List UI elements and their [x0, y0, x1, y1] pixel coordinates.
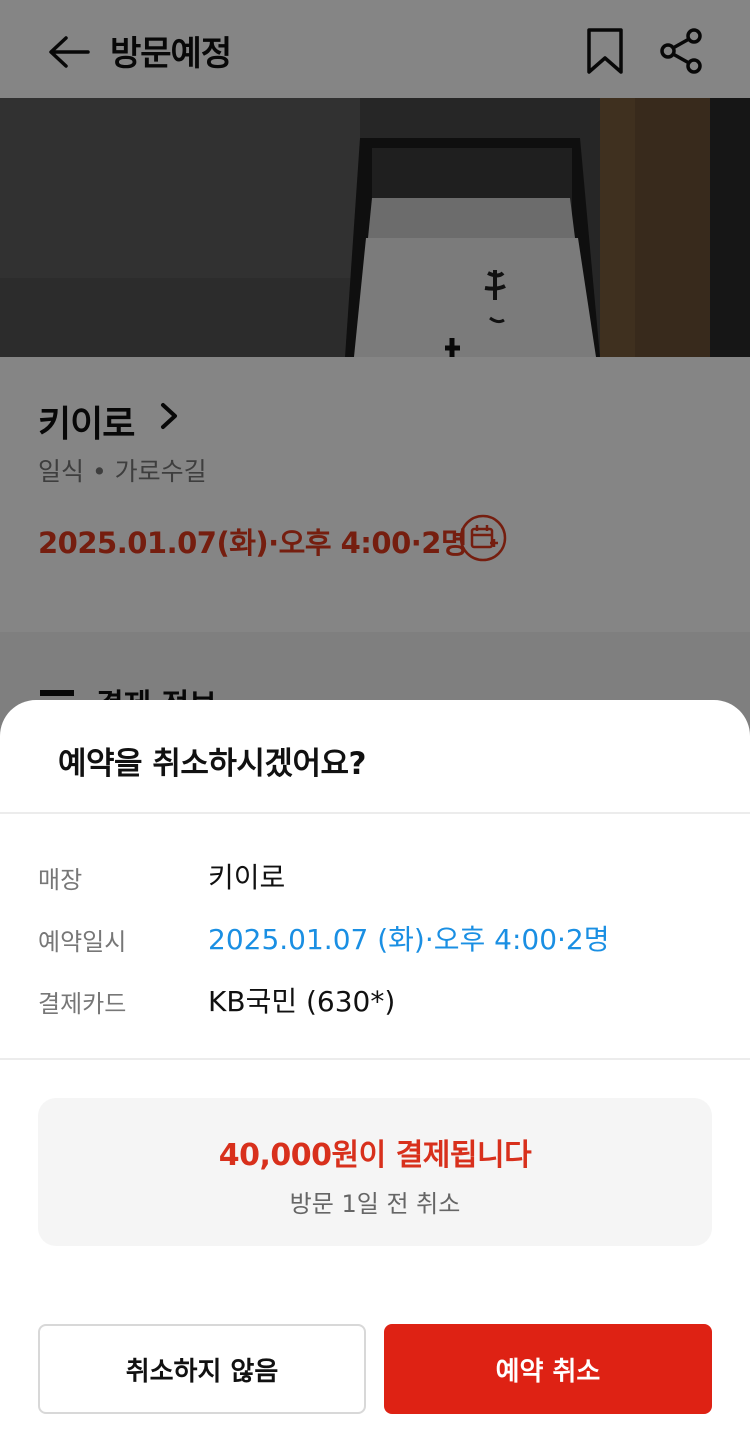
- info-label: 예약일시: [38, 928, 127, 956]
- info-row-card: 결제카드 KB국민 (630*): [38, 980, 718, 1020]
- info-value: KB국민 (630*): [208, 985, 396, 1018]
- cancel-reservation-button[interactable]: 예약 취소: [384, 1324, 712, 1414]
- cancel-reservation-sheet: 예약을 취소하시겠어요? 매장 키이로 예약일시 2025.01.07 (화)·…: [0, 700, 750, 1440]
- info-label: 매장: [38, 866, 83, 894]
- info-value: 2025.01.07 (화)·오후 4:00·2명: [208, 923, 610, 956]
- sheet-title: 예약을 취소하시겠어요?: [58, 746, 366, 782]
- payment-notice-box: 40,000원이 결제됩니다 방문 1일 전 취소: [38, 1098, 712, 1246]
- divider: [0, 1058, 750, 1060]
- info-value: 키이로: [208, 861, 286, 894]
- info-label: 결제카드: [38, 990, 127, 1018]
- payment-amount-text: 40,000원이 결제됩니다: [218, 1138, 532, 1173]
- cancellation-timing-note: 방문 1일 전 취소: [289, 1190, 461, 1218]
- divider: [0, 812, 750, 814]
- info-row-datetime: 예약일시 2025.01.07 (화)·오후 4:00·2명: [38, 918, 718, 958]
- keep-reservation-button[interactable]: 취소하지 않음: [38, 1324, 366, 1414]
- info-row-store: 매장 키이로: [38, 856, 718, 896]
